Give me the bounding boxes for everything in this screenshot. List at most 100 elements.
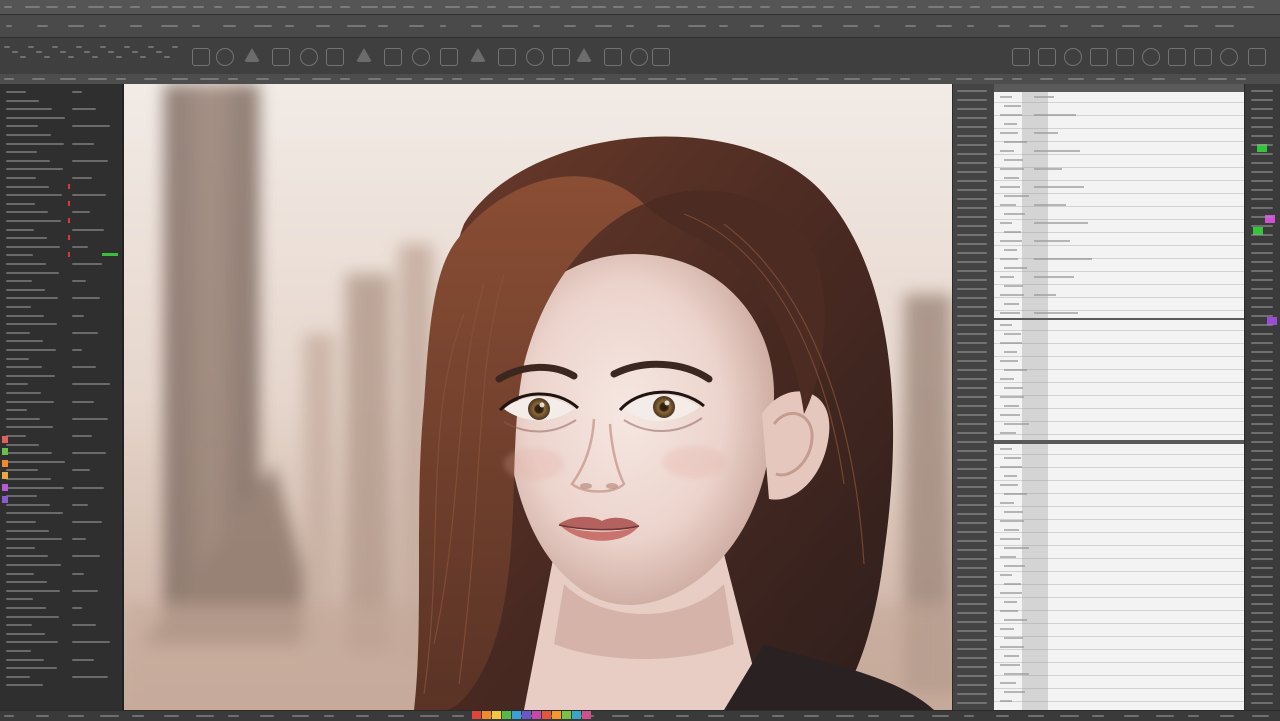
- panel-row[interactable]: [2, 681, 118, 689]
- path-tool-icon[interactable]: [470, 48, 486, 62]
- panel-row-label: [6, 615, 59, 618]
- layer-row: [957, 144, 987, 146]
- panel-row[interactable]: [2, 217, 118, 225]
- panel-row[interactable]: [2, 501, 118, 509]
- warning-tool-icon[interactable]: [576, 48, 592, 62]
- dodge-tool-icon[interactable]: [300, 48, 318, 66]
- panel-row[interactable]: [2, 552, 118, 560]
- stamp-tool-icon[interactable]: [272, 48, 290, 66]
- swatches-icon[interactable]: [1090, 48, 1108, 66]
- palette-swatch[interactable]: [502, 711, 511, 719]
- panel-row[interactable]: [2, 320, 118, 328]
- panel-row[interactable]: [2, 294, 118, 302]
- layer-color-swatch[interactable]: [2, 484, 8, 491]
- layer-color-swatch[interactable]: [2, 496, 8, 503]
- panel-row[interactable]: [2, 191, 118, 199]
- properties-icon[interactable]: [1220, 48, 1238, 66]
- status-text: [1124, 715, 1139, 717]
- side-row: [1251, 162, 1273, 164]
- side-row: [1251, 684, 1273, 686]
- panel-row[interactable]: [2, 346, 118, 354]
- pen-tool-icon[interactable]: [440, 48, 458, 66]
- panel-row[interactable]: [2, 527, 118, 535]
- panel-row-value: [72, 641, 110, 644]
- palette-swatch[interactable]: [562, 711, 571, 719]
- paths-icon[interactable]: [1194, 48, 1212, 66]
- panel-row[interactable]: [2, 140, 118, 148]
- panel-row-label: [6, 297, 58, 300]
- status-text: [964, 715, 974, 717]
- panel-row[interactable]: [2, 398, 118, 406]
- document-pane-top[interactable]: [994, 92, 1244, 318]
- panel-row-label: [6, 357, 29, 360]
- panel-row[interactable]: [2, 449, 118, 457]
- zoom-tool-icon[interactable]: [630, 48, 648, 66]
- layer-row: [957, 369, 987, 371]
- eraser-tool-icon[interactable]: [384, 48, 402, 66]
- panel-row-label: [6, 99, 39, 102]
- palette-swatch[interactable]: [522, 711, 531, 719]
- circle-tool-icon[interactable]: [216, 48, 234, 66]
- menu-item: [67, 6, 76, 8]
- panel-row[interactable]: [2, 114, 118, 122]
- color-icon[interactable]: [1064, 48, 1082, 66]
- panel-row[interactable]: [2, 475, 118, 483]
- layer-color-swatch[interactable]: [2, 472, 8, 479]
- palette-swatch[interactable]: [472, 711, 481, 719]
- image-canvas[interactable]: [124, 84, 952, 710]
- blur-tool-icon[interactable]: [412, 48, 430, 66]
- adjustments-icon[interactable]: [1116, 48, 1134, 66]
- side-row: [1251, 153, 1273, 155]
- document-pane-bottom[interactable]: [994, 444, 1244, 710]
- layer-row: [957, 477, 987, 479]
- layer-color-swatch[interactable]: [2, 436, 8, 443]
- panel-row[interactable]: [2, 423, 118, 431]
- palette-swatch[interactable]: [572, 711, 581, 719]
- settings-icon[interactable]: [1248, 48, 1266, 66]
- panel-row[interactable]: [2, 269, 118, 277]
- panel-row[interactable]: [2, 165, 118, 173]
- panel-row-value: [72, 211, 90, 214]
- text-tool-icon[interactable]: [552, 48, 570, 66]
- hand-tool-icon[interactable]: [652, 48, 670, 66]
- brush-tool-icon[interactable]: [192, 48, 210, 66]
- layers-icon[interactable]: [1012, 48, 1030, 66]
- palette-swatch[interactable]: [542, 711, 551, 719]
- panel-row[interactable]: [2, 578, 118, 586]
- panel-row[interactable]: [2, 656, 118, 664]
- layer-color-swatch[interactable]: [2, 448, 8, 455]
- status-text: [132, 715, 144, 717]
- palette-swatch[interactable]: [582, 711, 591, 719]
- panel-row: [2, 535, 118, 543]
- status-text: [1252, 715, 1269, 717]
- panel-row[interactable]: [2, 88, 118, 96]
- palette-swatch[interactable]: [492, 711, 501, 719]
- fill-tool-icon[interactable]: [526, 48, 544, 66]
- layer-color-swatch[interactable]: [2, 460, 8, 467]
- green-slider-fill[interactable]: [102, 253, 118, 257]
- menu-item: [676, 6, 688, 8]
- side-row: [1251, 180, 1273, 182]
- palette-swatch[interactable]: [552, 711, 561, 719]
- panel-row[interactable]: [2, 372, 118, 380]
- palette-swatch[interactable]: [532, 711, 541, 719]
- panel-row-label: [6, 91, 26, 93]
- palette-swatch[interactable]: [512, 711, 521, 719]
- gradient-tool-icon[interactable]: [498, 48, 516, 66]
- tab-label: [592, 78, 605, 80]
- document-pane-middle[interactable]: [994, 320, 1244, 440]
- sharpen-tool-icon[interactable]: [356, 48, 372, 62]
- panel-row[interactable]: [2, 630, 118, 638]
- crop-tool-icon[interactable]: [604, 48, 622, 66]
- channels-icon[interactable]: [1168, 48, 1186, 66]
- panel-row[interactable]: [2, 243, 118, 251]
- doc-text-line: [1000, 432, 1016, 434]
- history-icon[interactable]: [1038, 48, 1056, 66]
- smudge-tool-icon[interactable]: [326, 48, 344, 66]
- palette-swatch[interactable]: [482, 711, 491, 719]
- shape-tool-icon[interactable]: [244, 48, 260, 62]
- panel-row[interactable]: [2, 604, 118, 612]
- styles-icon[interactable]: [1142, 48, 1160, 66]
- panel-row-label: [6, 486, 64, 489]
- panel-row-value: [72, 400, 94, 403]
